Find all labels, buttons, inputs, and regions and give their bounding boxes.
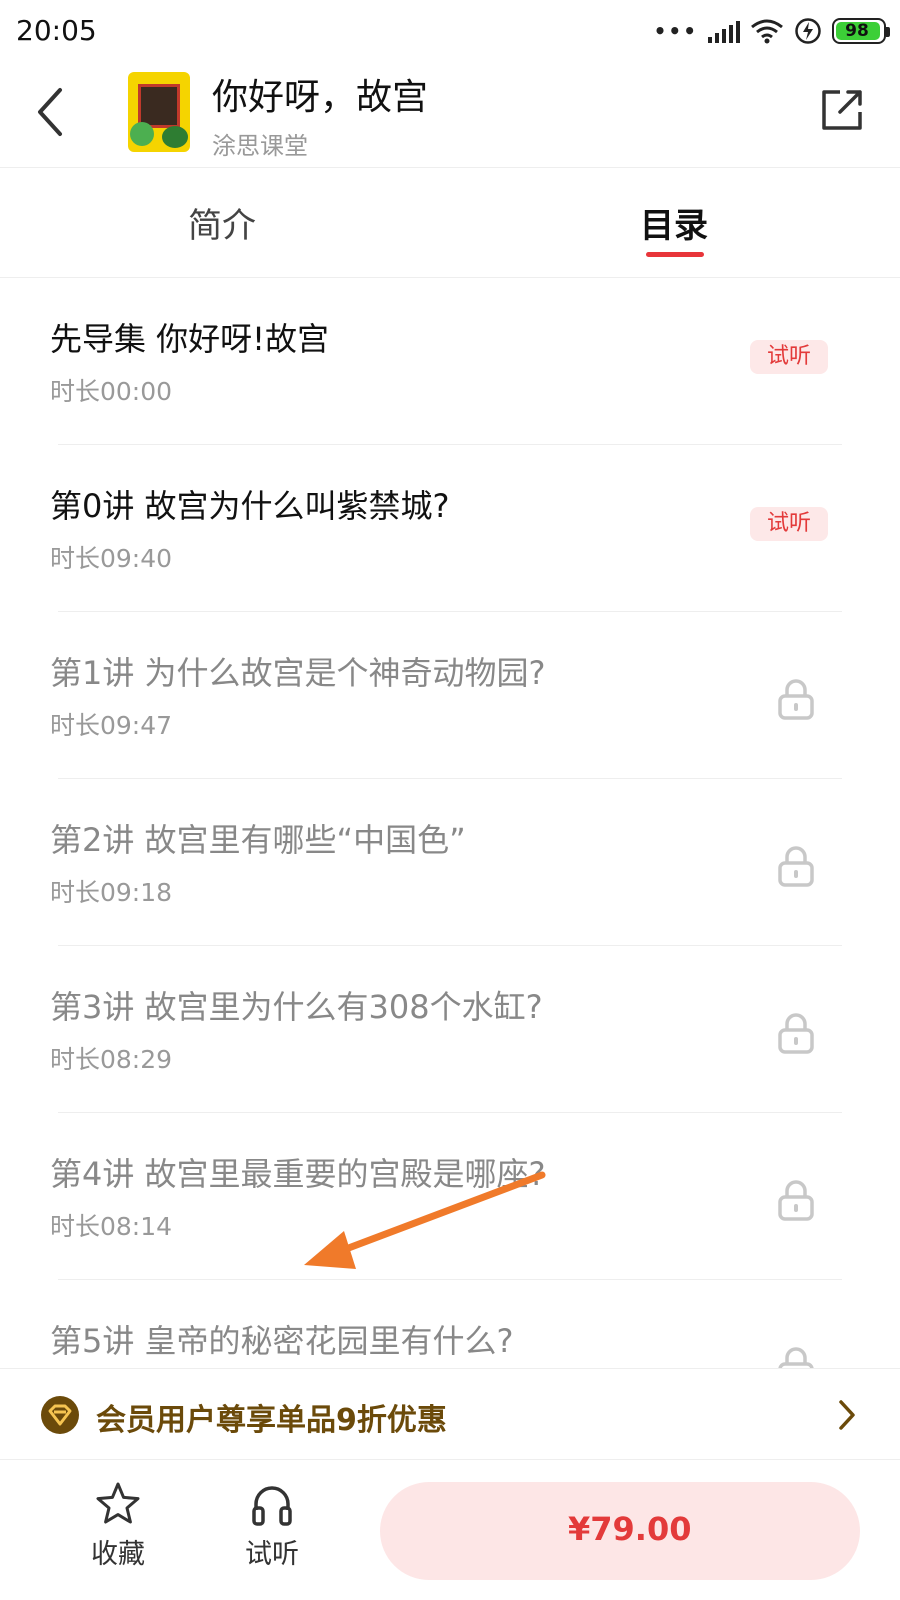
signal-icon bbox=[708, 19, 740, 43]
episode-title: 第2讲 故宫里有哪些“中国色” bbox=[50, 821, 466, 859]
share-icon[interactable] bbox=[818, 86, 866, 134]
episode-title: 先导集 你好呀!故宫 bbox=[50, 320, 330, 358]
list-item[interactable]: 第5讲 皇帝的秘密花园里有什么? bbox=[0, 1280, 900, 1368]
lock-icon bbox=[778, 1180, 814, 1221]
member-discount-bar[interactable]: 会员用户尊享单品9折优惠 bbox=[0, 1368, 900, 1460]
annotation-arrow bbox=[304, 1171, 546, 1269]
list-item[interactable]: 先导集 你好呀!故宫 时长00:00 试听 bbox=[0, 278, 900, 445]
status-bar: 20:05 ••• 98 bbox=[0, 0, 900, 62]
star-icon bbox=[96, 1482, 140, 1524]
list-item[interactable]: 第1讲 为什么故宫是个神奇动物园? 时长09:47 bbox=[0, 612, 900, 779]
course-publisher: 涂思课堂 bbox=[212, 132, 308, 160]
tab-intro[interactable]: 简介 bbox=[188, 198, 256, 247]
trial-badge[interactable]: 试听 bbox=[750, 507, 828, 541]
buy-button[interactable]: ¥79.00 bbox=[380, 1482, 860, 1580]
list-item[interactable]: 第0讲 故宫为什么叫紫禁城? 时长09:40 试听 bbox=[0, 445, 900, 612]
course-header: 你好呀，故宫 涂思课堂 bbox=[0, 62, 900, 168]
tab-bar: 简介 目录 bbox=[0, 168, 900, 278]
back-arrow-icon[interactable] bbox=[30, 84, 74, 140]
episode-title: 第5讲 皇帝的秘密花园里有什么? bbox=[50, 1322, 514, 1360]
course-title: 你好呀，故宫 bbox=[212, 77, 429, 118]
episode-duration: 时长08:14 bbox=[50, 1212, 173, 1241]
trial-badge[interactable]: 试听 bbox=[750, 340, 828, 374]
charging-icon bbox=[795, 18, 821, 44]
bottom-action-bar: 收藏 试听 ¥79.00 bbox=[0, 1460, 900, 1600]
episode-title: 第1讲 为什么故宫是个神奇动物园? bbox=[50, 654, 546, 692]
episode-duration: 时长09:47 bbox=[50, 711, 173, 740]
episode-duration: 时长08:29 bbox=[50, 1045, 173, 1074]
member-discount-text: 会员用户尊享单品9折优惠 bbox=[96, 1403, 447, 1438]
status-icons: ••• 98 bbox=[653, 14, 890, 48]
episode-duration: 时长09:18 bbox=[50, 878, 173, 907]
chevron-right-icon bbox=[839, 1400, 855, 1430]
list-item[interactable]: 第2讲 故宫里有哪些“中国色” 时长09:18 bbox=[0, 779, 900, 946]
course-cover bbox=[128, 72, 190, 152]
wifi-icon bbox=[751, 19, 783, 44]
crown-icon bbox=[41, 1396, 79, 1434]
battery-level: 98 bbox=[845, 21, 869, 41]
price-label: ¥79.00 bbox=[568, 1510, 692, 1548]
status-time: 20:05 bbox=[16, 14, 97, 47]
episode-title: 第3讲 故宫里为什么有308个水缸? bbox=[50, 988, 543, 1026]
battery-icon: 98 bbox=[832, 18, 890, 44]
tab-catalog[interactable]: 目录 bbox=[640, 198, 708, 247]
headphones-icon bbox=[252, 1486, 292, 1526]
list-item[interactable]: 第3讲 故宫里为什么有308个水缸? 时长08:29 bbox=[0, 946, 900, 1113]
lock-icon bbox=[778, 679, 814, 720]
trial-listen-button[interactable]: 试听 bbox=[222, 1480, 322, 1571]
episode-duration: 时长00:00 bbox=[50, 377, 173, 406]
collect-label: 收藏 bbox=[91, 1539, 145, 1570]
lock-icon bbox=[778, 846, 814, 887]
episode-title: 第0讲 故宫为什么叫紫禁城? bbox=[50, 487, 450, 525]
trial-listen-label: 试听 bbox=[245, 1539, 299, 1570]
collect-button[interactable]: 收藏 bbox=[68, 1480, 168, 1571]
active-tab-indicator bbox=[646, 252, 704, 257]
episode-duration: 时长09:40 bbox=[50, 544, 173, 573]
lock-icon bbox=[778, 1013, 814, 1054]
more-dots-icon: ••• bbox=[653, 19, 698, 43]
lock-icon bbox=[778, 1347, 814, 1368]
